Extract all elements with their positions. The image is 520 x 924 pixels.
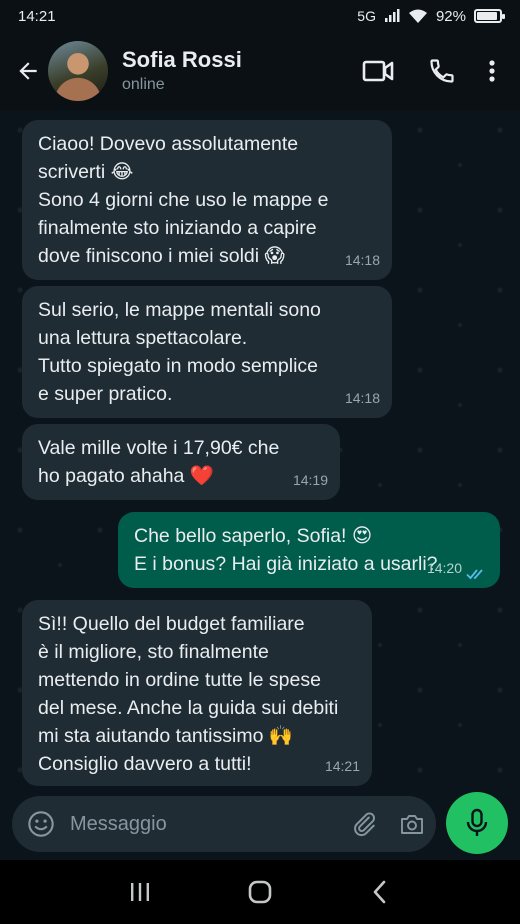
- message-line: Sul serio, le mappe mentali sono: [38, 299, 321, 321]
- message-line: Tutto spiegato in modo semplice: [38, 355, 319, 377]
- read-receipt-icon: [466, 569, 483, 580]
- emoji-icon: [28, 811, 54, 837]
- status-bar: 14:21 5G 92%: [0, 0, 520, 32]
- more-options-button[interactable]: [474, 41, 510, 101]
- message-input[interactable]: Messaggio: [70, 813, 340, 836]
- system-nav-bar: [0, 860, 520, 924]
- message-line: Consiglio davvero a tutti!: [38, 753, 252, 775]
- chat-header: Sofia Rossi online: [0, 32, 520, 110]
- message-line: Ciaoo! Dovevo assolutamente: [38, 133, 299, 155]
- camera-icon: [401, 815, 423, 834]
- message-line: mettendo in ordine tutte le spese: [38, 669, 321, 691]
- message-line: Sono 4 giorni che uso le mappe e: [38, 189, 329, 211]
- message-time: 14:21: [324, 758, 360, 774]
- message-bubble[interactable]: Ciaoo! Dovevo assolutamente scriverti 😂 …: [22, 120, 392, 280]
- composer-bar: Messaggio: [0, 790, 520, 860]
- recent-apps-icon: [131, 883, 149, 901]
- message-bubble[interactable]: Sul serio, le mappe mentali sono una let…: [22, 286, 392, 418]
- chat-area[interactable]: Ciaoo! Dovevo assolutamente scriverti 😂 …: [0, 110, 520, 800]
- video-call-icon: [362, 60, 394, 82]
- more-vert-icon: [489, 60, 495, 82]
- message-line: Vale mille volte i 17,90€ che: [38, 437, 280, 459]
- message-bubble[interactable]: Sì!! Quello del budget familiare è il mi…: [22, 600, 372, 786]
- recent-apps-button[interactable]: [110, 867, 170, 917]
- contact-status: online: [122, 76, 165, 93]
- message-line: finalmente sto iniziando a capire: [38, 217, 317, 239]
- message-line: scriverti 😂: [38, 161, 134, 183]
- status-time: 14:21: [18, 7, 56, 25]
- wifi-icon: [408, 9, 427, 23]
- signal-icon: [384, 9, 400, 22]
- message-time: 14:18: [344, 252, 380, 268]
- message-line: dove finiscono i miei soldi 😱: [38, 245, 285, 267]
- message-line: del mese. Anche la guida sui debiti: [38, 697, 339, 719]
- avatar[interactable]: [48, 41, 108, 101]
- contact-info[interactable]: Sofia Rossi online: [122, 46, 346, 96]
- message-line: ho pagato ahaha ❤️: [38, 465, 215, 487]
- message-line: Che bello saperlo, Sofia! 😍: [134, 525, 373, 547]
- paperclip-icon: [354, 812, 375, 837]
- voice-call-button[interactable]: [410, 41, 474, 101]
- voice-message-button[interactable]: [446, 792, 508, 854]
- message-line: è il migliore, sto finalmente: [38, 641, 269, 663]
- message-time: 14:20: [426, 560, 462, 576]
- message-time: 14:19: [292, 472, 328, 488]
- camera-button[interactable]: [388, 796, 436, 852]
- video-call-button[interactable]: [346, 41, 410, 101]
- back-arrow-icon: [19, 62, 37, 80]
- back-button[interactable]: [2, 32, 54, 110]
- battery-percent: 92%: [435, 7, 466, 25]
- message-bubble[interactable]: Vale mille volte i 17,90€ che ho pagato …: [22, 424, 340, 500]
- message-time: 14:18: [344, 390, 380, 406]
- microphone-icon: [466, 808, 488, 836]
- home-button[interactable]: [230, 867, 290, 917]
- phone-icon: [430, 59, 454, 83]
- message-line: una lettura spettacolare.: [38, 327, 248, 349]
- network-label: 5G: [357, 8, 376, 24]
- attach-button[interactable]: [340, 796, 388, 852]
- emoji-button[interactable]: [12, 796, 70, 852]
- nav-back-icon: [373, 880, 386, 904]
- message-input-container[interactable]: Messaggio: [12, 796, 436, 852]
- contact-name: Sofia Rossi: [122, 47, 242, 72]
- message-line: Sì!! Quello del budget familiare: [38, 613, 305, 635]
- battery-icon: [474, 9, 505, 23]
- home-icon: [248, 880, 272, 904]
- message-line: mi sta aiutando tantissimo 🙌: [38, 725, 294, 747]
- message-bubble-outgoing[interactable]: Che bello saperlo, Sofia! 😍 E i bonus? H…: [118, 512, 500, 588]
- nav-back-button[interactable]: [350, 867, 410, 917]
- status-indicators: 5G 92%: [357, 7, 505, 25]
- message-line: e super pratico.: [38, 383, 173, 405]
